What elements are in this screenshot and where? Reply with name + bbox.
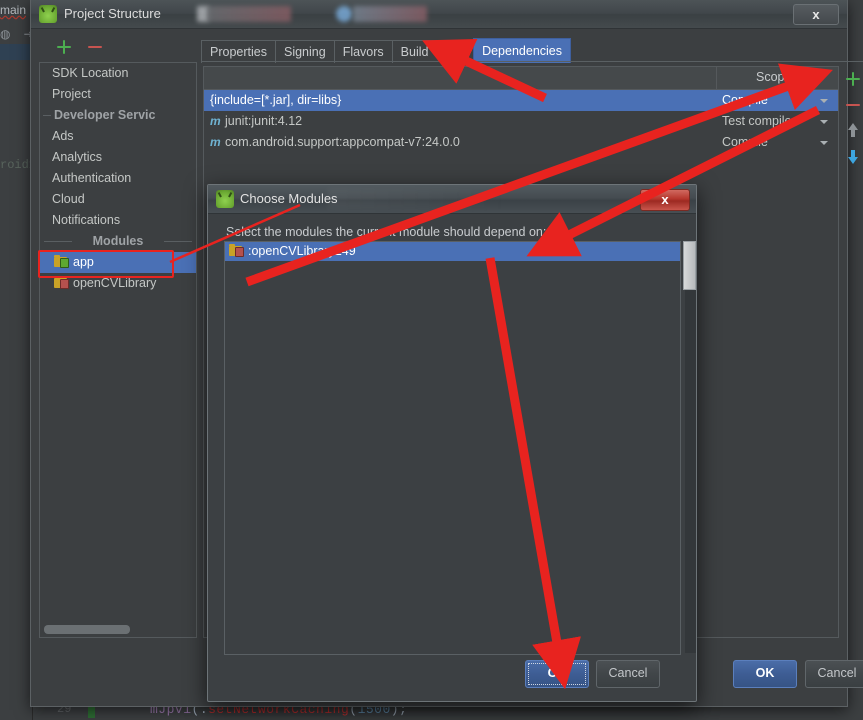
dependency-name: m com.android.support:appcompat-v7:24.0.0 <box>210 132 460 153</box>
sidebar-item-label: Project <box>52 87 91 101</box>
dependencies-side-toolbar <box>841 66 863 186</box>
dependencies-table-header: Scope <box>204 67 838 90</box>
sidebar-item-label: app <box>73 255 94 269</box>
table-row[interactable]: m junit:junit:4.12 Test compile <box>204 111 838 132</box>
module-green-icon <box>54 255 69 268</box>
sidebar-item-notifications[interactable]: Notifications <box>40 210 196 231</box>
close-icon[interactable]: x <box>793 4 839 25</box>
dialog-prompt: Select the modules the current module sh… <box>226 225 547 239</box>
chevron-down-icon[interactable] <box>820 99 828 103</box>
sidebar-item-project[interactable]: Project <box>40 84 196 105</box>
sidebar-item-analytics[interactable]: Analytics <box>40 147 196 168</box>
editor-tab-main[interactable]: main <box>0 3 26 17</box>
dialog-title: Choose Modules <box>240 191 338 206</box>
tab-label: Build Types <box>400 45 466 59</box>
dependency-scope: Compile <box>722 93 768 107</box>
settings-tabs: Properties Signing Flavors Build Types D… <box>201 38 571 63</box>
sidebar-item-authentication[interactable]: Authentication <box>40 168 196 189</box>
chevron-down-icon[interactable] <box>820 141 828 145</box>
module-folder-icon <box>229 244 244 257</box>
move-up-button[interactable] <box>844 122 862 140</box>
tab-build-types[interactable]: Build Types <box>391 40 475 63</box>
remove-module-button[interactable] <box>86 38 104 56</box>
dependency-label: com.android.support:appcompat-v7:24.0.0 <box>225 135 460 149</box>
module-label: :openCVLibrary249 <box>248 244 356 258</box>
tab-label: Signing <box>283 45 326 59</box>
modules-list-scrollbar-track[interactable] <box>685 241 696 653</box>
choose-modules-ok-button[interactable]: OK <box>525 660 589 688</box>
sidebar-item-label: Ads <box>52 129 74 143</box>
move-down-button[interactable] <box>844 148 862 166</box>
up-arrow-icon <box>848 123 858 130</box>
dependency-scope: Compile <box>722 135 768 149</box>
cancel-button[interactable]: Cancel <box>805 660 863 688</box>
module-red-icon <box>54 276 69 289</box>
ide-left-toolstrip: main ◍ ⇥ roid1 <box>0 0 36 720</box>
sidebar-item-label: Cloud <box>52 192 85 206</box>
choose-modules-dialog: Choose Modules x Select the modules the … <box>207 184 697 702</box>
column-header-scope: Scope <box>756 70 792 84</box>
down-arrow-icon <box>848 157 858 164</box>
sidebar-item-label: SDK Location <box>52 66 129 80</box>
choose-modules-titlebar: Choose Modules x <box>208 185 696 214</box>
android-studio-icon <box>216 190 234 208</box>
sidebar-list: SDK Location Project Developer Servic Ad… <box>40 63 196 619</box>
dependency-label: junit:junit:4.12 <box>225 114 303 128</box>
sidebar-item-sdk-location[interactable]: SDK Location <box>40 63 196 84</box>
tab-label: Flavors <box>342 45 384 59</box>
dependency-scope: Test compile <box>722 114 792 128</box>
sidebar-item-app[interactable]: app <box>40 252 196 273</box>
sidebar-item-label: Authentication <box>52 171 132 185</box>
maven-icon: m <box>210 135 221 149</box>
sidebar-group-label: Developer Servic <box>54 108 156 122</box>
sidebar-hscroll-thumb[interactable] <box>44 625 130 634</box>
background-window-label-2 <box>353 6 427 22</box>
project-structure-sidebar: SDK Location Project Developer Servic Ad… <box>39 62 197 638</box>
sidebar-item-label: Notifications <box>52 213 121 227</box>
sidebar-item-opencvlibrary[interactable]: openCVLibrary <box>40 273 196 294</box>
sidebar-item-ads[interactable]: Ads <box>40 126 196 147</box>
sidebar-group-modules: Modules <box>40 231 196 252</box>
sidebar-item-label: Analytics <box>52 150 103 164</box>
dependency-name: m junit:junit:4.12 <box>210 111 302 132</box>
tab-label: Properties <box>210 45 267 59</box>
tab-properties[interactable]: Properties <box>201 40 276 63</box>
modules-listbox: :openCVLibrary249 <box>224 241 681 655</box>
column-divider <box>716 67 717 89</box>
background-window-label-1 <box>207 6 291 22</box>
choose-modules-cancel-button[interactable]: Cancel <box>596 660 660 688</box>
ide-selected-row <box>0 44 30 60</box>
sidebar-group-label: Modules <box>92 234 144 248</box>
tab-flavors[interactable]: Flavors <box>333 40 393 63</box>
tab-dependencies[interactable]: Dependencies <box>473 38 571 63</box>
android-studio-icon <box>39 5 57 23</box>
background-window-icon-2 <box>336 6 352 22</box>
tabs-underline <box>201 61 863 62</box>
tab-signing[interactable]: Signing <box>274 40 335 63</box>
ok-button[interactable]: OK <box>733 660 797 688</box>
chevron-down-icon[interactable] <box>820 120 828 124</box>
sidebar-item-label: openCVLibrary <box>73 276 157 290</box>
project-structure-titlebar: Project Structure x <box>31 0 847 29</box>
dependency-name: {include=[*.jar], dir=libs} <box>210 93 342 107</box>
list-item[interactable]: :openCVLibrary249 <box>225 242 680 261</box>
table-row[interactable]: m com.android.support:appcompat-v7:24.0.0… <box>204 132 838 153</box>
window-title: Project Structure <box>64 6 161 21</box>
sidebar-toolbar <box>43 36 183 62</box>
add-dependency-button[interactable] <box>844 70 862 88</box>
close-icon[interactable]: x <box>640 189 690 211</box>
sidebar-item-cloud[interactable]: Cloud <box>40 189 196 210</box>
table-row[interactable]: {include=[*.jar], dir=libs} Compile <box>204 90 838 111</box>
maven-icon: m <box>210 114 221 128</box>
modules-list-scrollbar-thumb[interactable] <box>683 241 696 290</box>
sidebar-group-developer-services: Developer Servic <box>40 105 196 126</box>
remove-dependency-button[interactable] <box>844 96 862 114</box>
add-module-button[interactable] <box>55 38 73 56</box>
tab-label: Dependencies <box>482 44 562 58</box>
